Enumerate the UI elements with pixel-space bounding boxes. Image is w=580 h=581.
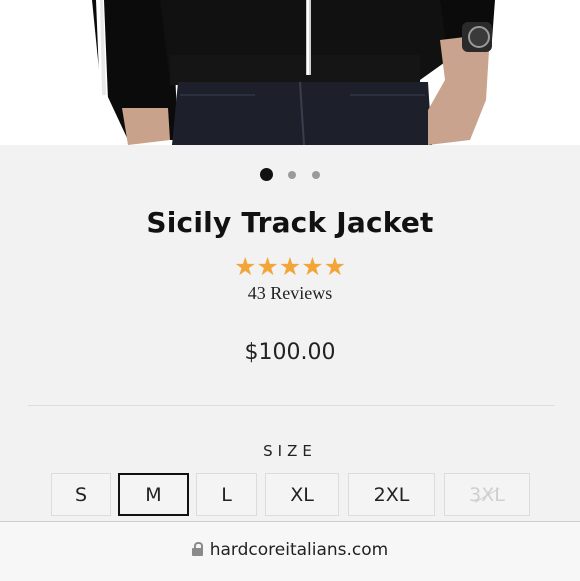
url-text[interactable]: hardcoreitalians.com <box>210 540 389 560</box>
size-option-l[interactable]: L <box>196 473 257 516</box>
size-option-3xl[interactable]: 3XL <box>444 473 530 516</box>
product-price: $100.00 <box>244 340 336 365</box>
size-option-s[interactable]: S <box>51 473 111 516</box>
product-image[interactable] <box>0 0 580 145</box>
star-rating-icon[interactable]: ★★★★★ <box>0 253 580 281</box>
size-label: SIZE <box>263 442 317 460</box>
carousel-dot-1[interactable] <box>260 168 273 181</box>
product-photo <box>0 0 580 145</box>
lock-icon <box>191 542 203 556</box>
size-option-label: 2XL <box>373 483 410 506</box>
carousel-dot-3[interactable] <box>312 171 320 179</box>
size-option-m[interactable]: M <box>118 473 189 516</box>
product-title: Sicily Track Jacket <box>146 206 434 239</box>
size-option-xl[interactable]: XL <box>265 473 339 516</box>
size-option-label: M <box>145 483 162 506</box>
divider <box>28 405 555 406</box>
size-option-label: L <box>221 483 232 506</box>
size-option-2xl[interactable]: 2XL <box>348 473 435 516</box>
carousel-dots <box>0 168 580 182</box>
reviews-link[interactable]: 43 Reviews <box>0 283 580 304</box>
browser-address-bar[interactable]: hardcoreitalians.com <box>0 521 580 581</box>
carousel-dot-2[interactable] <box>288 171 296 179</box>
size-option-label: XL <box>290 483 314 506</box>
size-option-label: S <box>74 483 88 506</box>
